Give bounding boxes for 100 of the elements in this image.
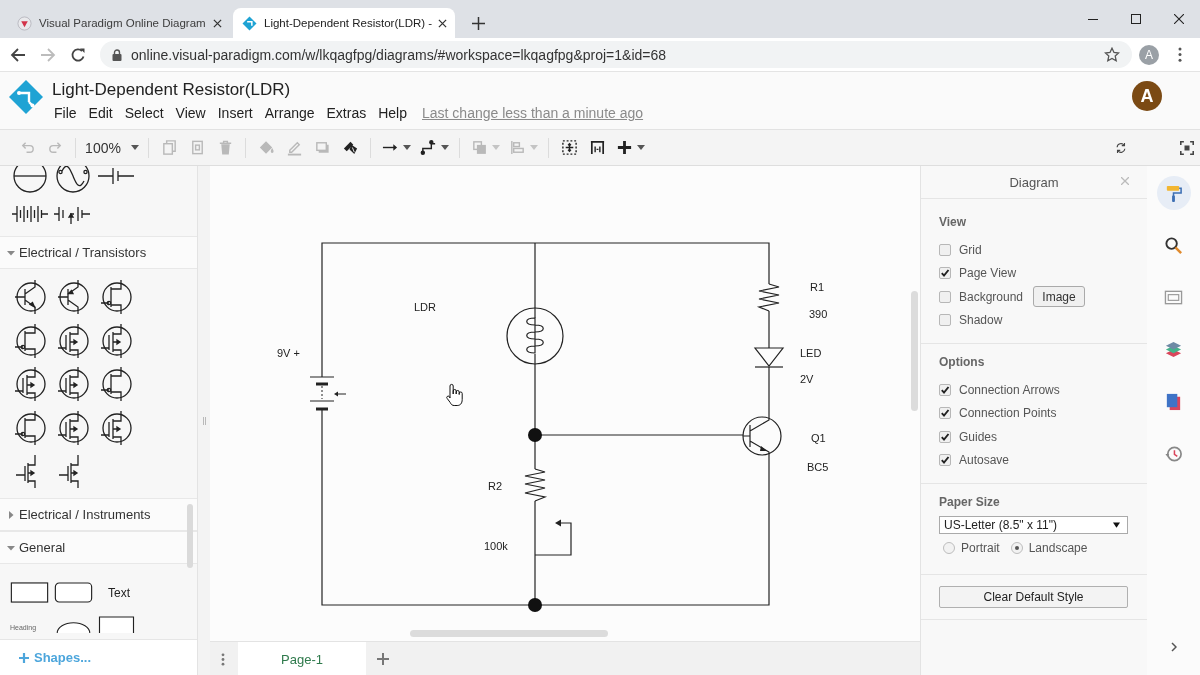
transistor-symbol-icon[interactable]	[13, 279, 49, 315]
checkbox-label[interactable]: Shadow	[959, 313, 1003, 328]
radio-button[interactable]	[943, 542, 955, 554]
star-icon[interactable]	[1104, 46, 1120, 63]
menu-item[interactable]: File	[54, 105, 77, 122]
diamond-logo-icon[interactable]	[8, 79, 44, 115]
checkbox[interactable]	[939, 267, 951, 280]
dashed-square-icon[interactable]	[560, 139, 578, 156]
checkbox[interactable]	[939, 383, 951, 396]
component-label[interactable]: Q1	[811, 432, 826, 444]
grip-icon[interactable]	[202, 417, 206, 425]
brush-icon[interactable]	[341, 139, 359, 156]
document-title[interactable]: Light-Dependent Resistor(LDR)	[52, 80, 291, 100]
checkbox[interactable]	[939, 290, 951, 303]
reload-icon[interactable]	[70, 46, 86, 63]
transistor-symbol-icon[interactable]	[99, 366, 135, 402]
checkbox[interactable]	[939, 430, 951, 443]
transistor-symbol-icon[interactable]	[99, 322, 135, 359]
checkbox-label[interactable]: Connection Arrows	[959, 382, 1060, 397]
checkbox-label[interactable]: Guides	[959, 429, 998, 444]
square-shape-icon[interactable]	[98, 616, 135, 633]
zoom-dropdown[interactable]: 100%	[85, 139, 121, 156]
ellipse-shape-icon[interactable]	[54, 621, 93, 633]
sine-source-icon[interactable]	[55, 166, 91, 194]
elbow-line-icon[interactable]	[419, 139, 437, 156]
wire[interactable]	[534, 353, 536, 470]
browser-tab[interactable]: Light-Dependent Resistor(LDR) -	[233, 8, 455, 38]
back-arrow-icon[interactable]	[10, 46, 26, 63]
radio-label[interactable]: Landscape	[1028, 541, 1088, 555]
browser-tab[interactable]: Visual Paradigm Online Diagram	[8, 8, 230, 38]
transistor-symbol-icon[interactable]	[99, 279, 135, 315]
new-tab-icon[interactable]	[472, 17, 485, 30]
variable-resistor-symbol[interactable]	[524, 468, 572, 556]
component-label[interactable]: 9V +	[277, 347, 300, 359]
transistor-symbol-icon[interactable]	[56, 279, 92, 315]
junction-dot[interactable]	[528, 598, 542, 612]
scrollbar[interactable]	[187, 504, 193, 568]
section-header[interactable]: General	[0, 531, 197, 564]
scrollbar[interactable]	[410, 630, 608, 637]
checkbox-label[interactable]: Background	[959, 289, 1024, 304]
paper-size-select[interactable]: US-Letter (8.5" x 11")	[939, 516, 1128, 534]
checkbox[interactable]	[939, 407, 951, 420]
transistor-symbol-icon[interactable]	[13, 409, 49, 446]
checkbox-label[interactable]: Grid	[959, 242, 982, 257]
component-value[interactable]: 100k	[484, 540, 508, 552]
maximize-icon[interactable]	[1130, 14, 1141, 24]
transistor-symbol-icon[interactable]	[56, 366, 92, 402]
rectangle-shape-icon[interactable]	[10, 582, 49, 603]
component-label[interactable]: LED	[800, 347, 822, 359]
radio-label[interactable]: Portrait	[961, 541, 1000, 555]
close-icon[interactable]	[1173, 14, 1184, 24]
more-icon[interactable]	[1178, 47, 1182, 62]
radio-button[interactable]	[1010, 542, 1023, 554]
menu-item[interactable]: View	[175, 105, 206, 122]
component-label[interactable]: R2	[488, 480, 503, 492]
capacitor-symbol-icon[interactable]	[98, 166, 134, 186]
transistor-symbol[interactable]	[742, 416, 782, 456]
minimize-icon[interactable]	[1087, 18, 1098, 20]
transistor-symbol-icon[interactable]	[13, 322, 49, 359]
diode-symbol[interactable]	[753, 347, 785, 368]
plus-icon[interactable]	[615, 139, 633, 156]
component-label[interactable]: R1	[810, 281, 825, 293]
scrollbar[interactable]	[911, 291, 918, 411]
close-icon[interactable]	[213, 18, 222, 28]
checkbox-label[interactable]: Connection Points	[959, 406, 1057, 421]
refresh-icon[interactable]	[1114, 140, 1128, 155]
transistor-symbol-icon[interactable]	[13, 366, 49, 402]
component-value[interactable]: 2V	[800, 373, 814, 385]
fullscreen-icon[interactable]	[1180, 140, 1194, 155]
transistor-symbol-icon[interactable]	[56, 322, 92, 359]
checkbox[interactable]	[939, 314, 951, 327]
page-tab[interactable]: Page-1	[238, 642, 366, 675]
component-value[interactable]: BC5	[807, 461, 829, 473]
menu-item[interactable]: Edit	[88, 105, 113, 122]
component-value[interactable]: 390	[809, 308, 828, 320]
transistor-symbol-icon[interactable]	[99, 409, 135, 446]
menu-item[interactable]: Arrange	[264, 105, 315, 122]
caret-icon[interactable]	[130, 145, 139, 150]
checkbox-label[interactable]: Page View	[959, 266, 1017, 281]
close-icon[interactable]	[438, 18, 447, 28]
fit-width-icon[interactable]	[588, 139, 606, 156]
junction-dot[interactable]	[528, 428, 542, 442]
menu-item[interactable]: Extras	[326, 105, 367, 122]
chevron-right-icon[interactable]	[1170, 642, 1177, 652]
section-header[interactable]: Electrical / Transistors	[0, 236, 197, 269]
component-label[interactable]: LDR	[414, 301, 436, 313]
circle-symbol-icon[interactable]	[12, 166, 48, 194]
paint-roller-icon[interactable]	[1156, 176, 1191, 210]
caret-icon[interactable]	[1113, 522, 1120, 528]
user-avatar[interactable]: A	[1132, 81, 1162, 111]
more-icon[interactable]	[221, 652, 225, 666]
menu-item[interactable]: Help	[378, 105, 407, 122]
caret-icon[interactable]	[440, 145, 449, 150]
url-field[interactable]: online.visual-paradigm.com/w/lkqagfpg/diagrams/#workspace=lkqagfpg&proj=1&id=68	[100, 41, 1132, 68]
checkbox[interactable]	[939, 243, 951, 256]
image-button[interactable]: Image	[1033, 286, 1086, 308]
section-header[interactable]: Electrical / Instruments	[0, 498, 197, 531]
transistor-symbol-icon[interactable]	[56, 409, 92, 446]
clear-default-style-button[interactable]: Clear Default Style	[939, 586, 1128, 608]
menu-item[interactable]: Insert	[217, 105, 253, 122]
